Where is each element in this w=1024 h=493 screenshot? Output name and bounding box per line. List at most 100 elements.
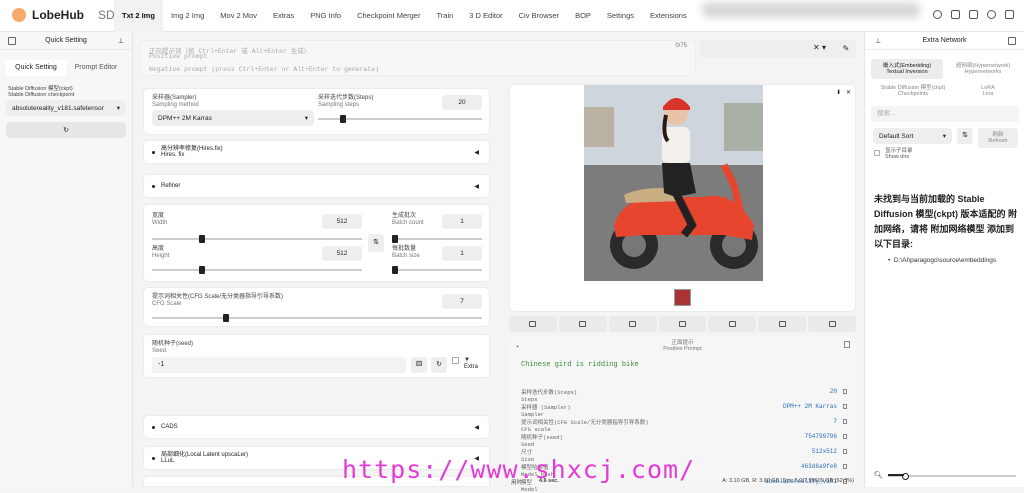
cads-accordion[interactable]: CADS ◀ — [143, 415, 490, 439]
share-button[interactable] — [808, 316, 856, 332]
save-button[interactable] — [559, 316, 607, 332]
positive-prompt-label: 正面提示 Positive Prompt — [509, 340, 856, 352]
copy-icon[interactable] — [843, 419, 847, 424]
tab-txt-2-img[interactable]: Txt 2 Img — [114, 0, 163, 32]
tab-hypernetworks[interactable]: 超网络(Hypernetwork) Hypernetworks — [947, 59, 1019, 79]
pin-icon[interactable]: ⊥ — [875, 37, 881, 45]
image-thumbnail[interactable] — [674, 289, 691, 306]
width-slider[interactable] — [152, 238, 362, 240]
hires-fix-accordion[interactable]: 高分辨率修复(Hires.fix) Hires. fix ◀ — [143, 140, 490, 164]
collapse-icon: ◀ — [474, 183, 479, 190]
edit-style-icon[interactable]: ✎ — [838, 41, 854, 57]
tab-textual-inversion[interactable]: 嵌入式(Embedding) Textual Inversion — [871, 59, 943, 79]
grid-icon[interactable] — [951, 10, 960, 19]
theme-icon[interactable] — [987, 10, 996, 19]
zip-button[interactable] — [609, 316, 657, 332]
search-input[interactable]: 搜索... — [871, 106, 1019, 122]
layout-icon[interactable] — [969, 10, 978, 19]
slider-thumb[interactable] — [340, 115, 346, 123]
tab-checkpoint-merger[interactable]: Checkpoint Merger — [349, 0, 428, 32]
tab-extras[interactable]: Extras — [265, 0, 302, 32]
tab-quick-setting[interactable]: Quick Setting — [6, 60, 66, 76]
width-input[interactable]: 512 — [322, 214, 362, 229]
copy-icon[interactable] — [843, 434, 847, 439]
dice-icon[interactable]: ⚄ — [411, 357, 427, 373]
swap-dimensions-button[interactable]: ⇅ — [368, 234, 384, 252]
seed-input[interactable]: -1 — [152, 357, 406, 373]
height-slider[interactable] — [152, 269, 362, 271]
cfg-label: 提示词相关性(CFG Scale/无分类器指导引导系数) CFG Scale — [152, 294, 283, 307]
checkpoint-select[interactable]: absolutereality_v181.safetensor ▾ — [6, 100, 126, 116]
slider-thumb[interactable] — [392, 235, 398, 243]
panel-toggle-icon[interactable] — [8, 37, 16, 45]
tab-bop[interactable]: BOP — [567, 0, 599, 32]
download-icon[interactable]: ⬇ — [836, 89, 841, 96]
batch-count-slider[interactable] — [392, 238, 482, 240]
send-inpaint-button[interactable] — [708, 316, 756, 332]
folder-button[interactable] — [509, 316, 557, 332]
tab-img-2-img[interactable]: Img 2 Img — [163, 0, 212, 32]
param-row-en: Sampler — [521, 411, 847, 419]
tab-lora[interactable]: LoRA Lora — [960, 81, 1016, 101]
sort-order-button[interactable]: ⇅ — [957, 128, 973, 144]
tab-prompt-editor[interactable]: Prompt Editor — [66, 60, 126, 76]
copy-icon[interactable] — [843, 389, 847, 394]
param-value: 754799796 — [805, 433, 837, 440]
size-card: 宽度 Width 512 高度 Height 512 ⇅ 生成批次 Batch … — [143, 204, 490, 282]
batch-size-input[interactable]: 1 — [442, 246, 482, 261]
copy-icon[interactable] — [843, 449, 847, 454]
batch-count-input[interactable]: 1 — [442, 214, 482, 229]
sort-select[interactable]: Default Sort ▾ — [873, 128, 952, 144]
batch-size-slider[interactable] — [392, 269, 482, 271]
refresh-checkpoint-button[interactable]: ↻ — [6, 122, 126, 138]
tab-extensions[interactable]: Extensions — [642, 0, 695, 32]
generated-image[interactable] — [584, 85, 763, 281]
style-select[interactable]: ✕ ▾ — [700, 40, 856, 58]
tab-3-d-editor[interactable]: 3 D Editor — [461, 0, 510, 32]
slider-thumb[interactable] — [392, 266, 398, 274]
height-input[interactable]: 512 — [322, 246, 362, 261]
collapse-icon: ◀ — [474, 424, 479, 431]
embeddings-path-text: D:\AI\paragogo\source\embeddings — [894, 257, 996, 264]
steps-slider[interactable] — [318, 118, 482, 120]
panel-toggle-icon[interactable] — [1008, 37, 1016, 45]
cfg-card: 提示词相关性(CFG Scale/无分类器指导引导系数) CFG Scale 7 — [143, 287, 490, 327]
steps-input[interactable]: 20 — [442, 95, 482, 110]
sampler-label-cn: 采样器(Sampler) — [152, 95, 199, 102]
tab-settings[interactable]: Settings — [599, 0, 642, 32]
pin-icon[interactable]: ⊥ — [118, 37, 124, 45]
extra-checkbox[interactable] — [452, 357, 459, 364]
copy-icon[interactable] — [843, 404, 847, 409]
cfg-slider[interactable] — [152, 317, 482, 319]
recycle-icon[interactable]: ↻ — [431, 357, 447, 373]
app-logo[interactable]: LobeHub SD — [12, 8, 115, 22]
tab-png-info[interactable]: PNG Info — [302, 0, 349, 32]
tab-civ-browser[interactable]: Civ Browser — [511, 0, 567, 32]
send-extras-button[interactable] — [758, 316, 806, 332]
seed-label-en: Seed — [152, 348, 193, 355]
slider-thumb[interactable] — [199, 235, 205, 243]
settings-icon[interactable] — [933, 10, 942, 19]
tab-mov-2-mov[interactable]: Mov 2 Mov — [212, 0, 265, 32]
refiner-accordion[interactable]: Refiner ◀ — [143, 174, 490, 198]
close-icon[interactable]: ✕ — [846, 89, 851, 96]
folder-icon — [529, 321, 536, 327]
refresh-button[interactable]: 刷新 Refresh — [978, 128, 1018, 148]
sampler-select[interactable]: DPM++ 2M Karras ▾ — [152, 110, 314, 126]
prompt-area[interactable]: 正向提示词（按 Ctrl+Enter 或 Alt+Enter 生成） Posit… — [140, 40, 696, 76]
tab-checkpoints[interactable]: Stable Diffusion 模型(ckpt) Checkpoints — [871, 81, 955, 101]
chevron-down-icon: ▾ — [117, 104, 120, 112]
show-dirs-en: Show dirs — [885, 154, 913, 160]
card-size-slider[interactable] — [888, 475, 1016, 477]
cfg-input[interactable]: 7 — [442, 294, 482, 309]
param-value: 20 — [830, 388, 837, 395]
send-img2img-button[interactable] — [659, 316, 707, 332]
image-icon — [679, 321, 686, 327]
tab-train[interactable]: Train — [428, 0, 461, 32]
clear-icon[interactable]: ✕ ▾ — [813, 43, 826, 52]
slider-thumb[interactable] — [223, 314, 229, 322]
copy-icon[interactable] — [843, 464, 847, 469]
slider-thumb[interactable] — [199, 266, 205, 274]
show-dirs-checkbox[interactable] — [874, 150, 880, 156]
github-icon[interactable] — [1005, 10, 1014, 19]
